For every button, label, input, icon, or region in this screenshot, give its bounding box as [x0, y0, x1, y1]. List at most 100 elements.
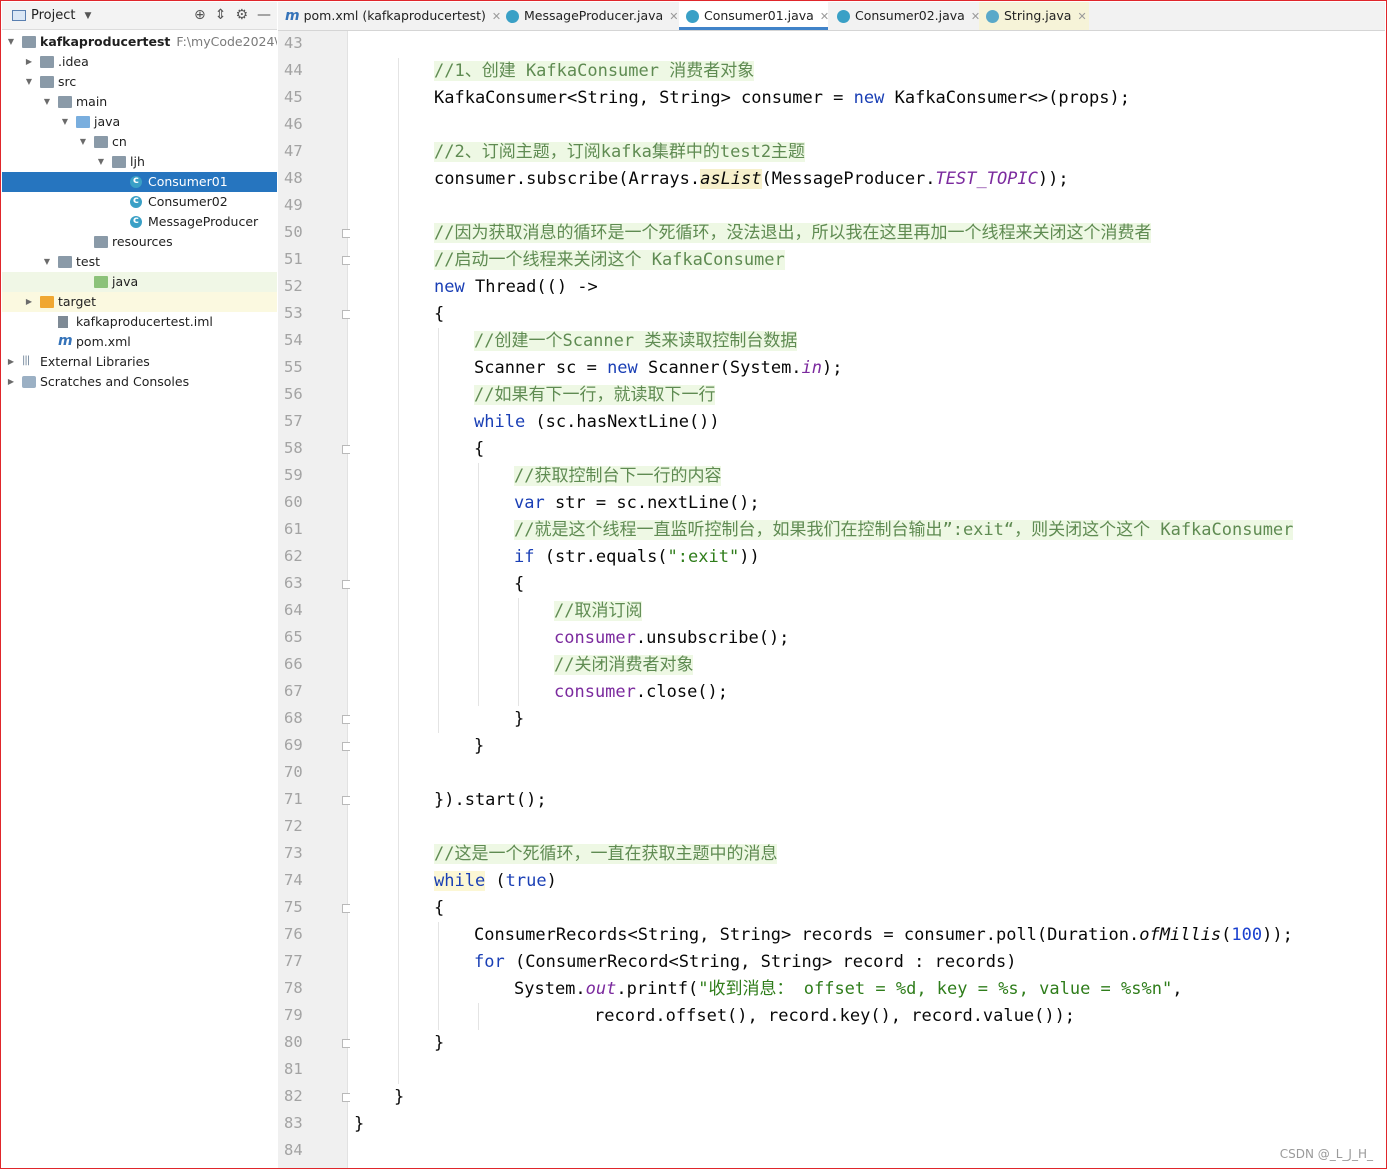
code-line[interactable]: while (sc.hasNextLine()) [474, 409, 720, 436]
code-line[interactable]: if (str.equals(":exit")) [514, 544, 760, 571]
tree-item-consumer02[interactable]: Consumer02 [2, 191, 277, 212]
code-token: )); [1037, 169, 1069, 189]
code-line[interactable]: } [434, 1030, 444, 1057]
chevron-down-icon: ▼ [84, 10, 92, 21]
tree-item-kafkaproducertest-iml[interactable]: kafkaproducertest.iml [2, 312, 277, 332]
expand-arrow-icon[interactable]: ▼ [78, 132, 88, 152]
close-tab-icon[interactable]: ✕ [669, 10, 678, 23]
code-token: } [394, 1087, 405, 1107]
tree-item-ljh[interactable]: ▼ ljh [2, 152, 277, 172]
tab-pom-xml-kafkaproducertest[interactable]: m pom.xml (kafkaproducertest) ✕ [278, 2, 501, 30]
indent-guide [438, 922, 439, 1030]
tab-messageproducer-java[interactable]: MessageProducer.java ✕ [499, 2, 678, 30]
module-folder-icon [22, 36, 36, 48]
package-icon [112, 156, 126, 168]
tree-item-consumer01[interactable]: Consumer01 [2, 171, 277, 192]
expand-arrow-icon[interactable]: ▼ [42, 92, 52, 112]
tree-item-scratches-and-consoles[interactable]: ▶ Scratches and Consoles [2, 372, 277, 392]
code-line[interactable]: //就是这个线程一直监听控制台，如果我们在控制台输出”:exit“，则关闭这个这… [514, 517, 1294, 544]
tree-item-java[interactable]: ▼ java [2, 112, 277, 132]
tree-item-src[interactable]: ▼ src [2, 72, 277, 92]
code-line[interactable]: while (true) [434, 868, 557, 895]
tree-item-label: kafkaproducertest.iml [76, 314, 213, 329]
code-line[interactable]: //因为获取消息的循环是一个死循环，没法退出，所以我在这里再加一个线程来关闭这个… [434, 220, 1152, 247]
line-number: 62 [284, 547, 303, 565]
code-token: var [514, 493, 545, 513]
line-number: 44 [284, 61, 303, 79]
code-line[interactable]: //这是一个死循环，一直在获取主题中的消息 [434, 841, 778, 868]
code-line[interactable]: } [514, 706, 524, 733]
minimize-icon[interactable]: — [257, 7, 271, 23]
collapse-all-icon[interactable]: ⇕ [215, 7, 227, 23]
close-tab-icon[interactable]: ✕ [820, 10, 829, 23]
code-line[interactable]: ConsumerRecords<String, String> records … [474, 922, 1293, 949]
code-token: 100 [1231, 925, 1263, 945]
tree-item-main[interactable]: ▼ main [2, 92, 277, 112]
code-line[interactable]: { [434, 895, 444, 922]
code-line[interactable]: var str = sc.nextLine(); [514, 490, 760, 517]
tree-item-external-libraries[interactable]: ▶ ||| External Libraries [2, 352, 277, 372]
code-line[interactable]: }).start(); [434, 787, 547, 814]
code-line[interactable]: //创建一个Scanner 类来读取控制台数据 [474, 328, 798, 355]
code-line[interactable]: //取消订阅 [554, 598, 643, 625]
code-token: while [474, 412, 526, 432]
expand-arrow-icon[interactable]: ▼ [24, 72, 34, 92]
expand-arrow-icon[interactable]: ▼ [60, 112, 70, 132]
code-line[interactable]: //获取控制台下一行的内容 [514, 463, 722, 490]
expand-arrow-icon[interactable]: ▼ [96, 152, 106, 172]
code-line[interactable]: for (ConsumerRecord<String, String> reco… [474, 949, 1016, 976]
line-number: 70 [284, 763, 303, 781]
locate-icon[interactable]: ⊕ [194, 7, 206, 23]
code-line[interactable]: { [434, 301, 444, 328]
tree-item-target[interactable]: ▶ target [2, 292, 277, 312]
code-line[interactable]: { [474, 436, 484, 463]
gear-icon[interactable]: ⚙ [235, 7, 248, 23]
collapse-arrow-icon[interactable]: ▶ [24, 292, 34, 312]
collapse-arrow-icon[interactable]: ▶ [6, 372, 16, 392]
code-line[interactable]: //启动一个线程来关闭这个 KafkaConsumer [434, 247, 785, 274]
code-line[interactable]: //如果有下一行，就读取下一行 [474, 382, 716, 409]
tree-item-pom-xml[interactable]: m pom.xml [2, 332, 277, 352]
code-line[interactable]: //2、订阅主题，订阅kafka集群中的test2主题 [434, 139, 806, 166]
code-token: consumer [554, 682, 636, 702]
code-line[interactable]: consumer.subscribe(Arrays.asList(Message… [434, 166, 1069, 193]
expand-arrow-icon[interactable]: ▼ [6, 32, 16, 52]
tab-consumer02-java[interactable]: Consumer02.java ✕ [830, 2, 980, 30]
code-line[interactable]: KafkaConsumer<String, String> consumer =… [434, 85, 1130, 112]
code-line[interactable]: consumer.unsubscribe(); [554, 625, 789, 652]
code-line[interactable]: consumer.close(); [554, 679, 728, 706]
code-token: new [434, 277, 465, 297]
close-tab-icon[interactable]: ✕ [1077, 10, 1086, 23]
code-line[interactable]: } [474, 733, 484, 760]
tab-string-java[interactable]: String.java ✕ [979, 2, 1089, 30]
tree-item-cn[interactable]: ▼ cn [2, 132, 277, 152]
tree-item-resources[interactable]: resources [2, 232, 277, 252]
code-token: //创建一个Scanner 类来读取控制台数据 [474, 331, 798, 351]
line-number: 81 [284, 1060, 303, 1078]
code-line[interactable]: Scanner sc = new Scanner(System.in); [474, 355, 843, 382]
tree-item-java[interactable]: java [2, 272, 277, 292]
code-token: record.offset(), record.key(), record.va… [594, 1006, 1076, 1026]
collapse-arrow-icon[interactable]: ▶ [24, 52, 34, 72]
code-line[interactable]: record.offset(), record.key(), record.va… [594, 1003, 1075, 1030]
tab-consumer01-java[interactable]: Consumer01.java ✕ [679, 2, 829, 30]
tree-item-messageproducer[interactable]: MessageProducer [2, 211, 277, 232]
code-line[interactable]: System.out.printf("收到消息： offset = %d, ke… [514, 976, 1182, 1003]
tree-item-test[interactable]: ▼ test [2, 252, 277, 272]
code-line[interactable]: new Thread(() -> [434, 274, 598, 301]
code-token: //就是这个线程一直监听控制台，如果我们在控制台输出”:exit“，则关闭这个这… [514, 520, 1294, 540]
expand-arrow-icon[interactable]: ▼ [42, 252, 52, 272]
code-line[interactable]: //1、创建 KafkaConsumer 消费者对象 [434, 58, 755, 85]
code-line[interactable]: } [354, 1111, 364, 1138]
tree-item-label: External Libraries [40, 354, 150, 369]
code-line[interactable]: //关闭消费者对象 [554, 652, 694, 679]
project-view-selector[interactable]: Project ▼ [12, 8, 91, 23]
code-line[interactable]: } [394, 1084, 404, 1111]
collapse-arrow-icon[interactable]: ▶ [6, 352, 16, 372]
code-line[interactable]: { [514, 571, 524, 598]
code-editor[interactable]: //1、创建 KafkaConsumer 消费者对象 KafkaConsumer<… [350, 31, 1385, 1168]
code-token: ":exit" [667, 547, 740, 567]
tree-item-kafkaproducertest[interactable]: ▼ kafkaproducertestF:\myCode2024\kafk [2, 32, 277, 52]
tree-item-idea[interactable]: ▶ .idea [2, 52, 277, 72]
line-number: 46 [284, 115, 303, 133]
